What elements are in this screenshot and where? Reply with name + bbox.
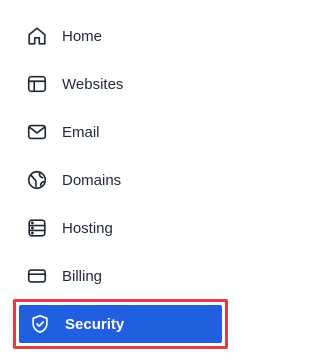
sidebar-item-domains[interactable]: Domains: [13, 158, 225, 202]
sidebar-item-label: Billing: [62, 267, 103, 285]
sidebar-item-email[interactable]: Email: [13, 110, 225, 154]
window-icon: [25, 72, 49, 96]
server-icon: [25, 216, 49, 240]
sidebar-item-label: Security: [65, 315, 125, 333]
sidebar-item-label: Hosting: [62, 219, 113, 237]
credit-card-icon: [25, 264, 49, 288]
sidebar-item-label: Domains: [62, 171, 122, 189]
sidebar-item-label: Home: [62, 27, 103, 45]
sidebar-nav: Home Websites Email Domains Hosting Bill…: [0, 0, 240, 361]
sidebar-item-websites[interactable]: Websites: [13, 62, 225, 106]
globe-icon: [25, 168, 49, 192]
sidebar-item-label: Websites: [62, 75, 124, 93]
selection-highlight-frame: Security: [13, 299, 228, 349]
shield-check-icon: [28, 312, 52, 336]
sidebar-item-hosting[interactable]: Hosting: [13, 206, 225, 250]
sidebar-item-label: Email: [62, 123, 100, 141]
home-icon: [25, 24, 49, 48]
sidebar-item-security[interactable]: Security: [19, 305, 222, 343]
sidebar-item-home[interactable]: Home: [13, 14, 225, 58]
sidebar-item-billing[interactable]: Billing: [13, 254, 225, 298]
mail-icon: [25, 120, 49, 144]
